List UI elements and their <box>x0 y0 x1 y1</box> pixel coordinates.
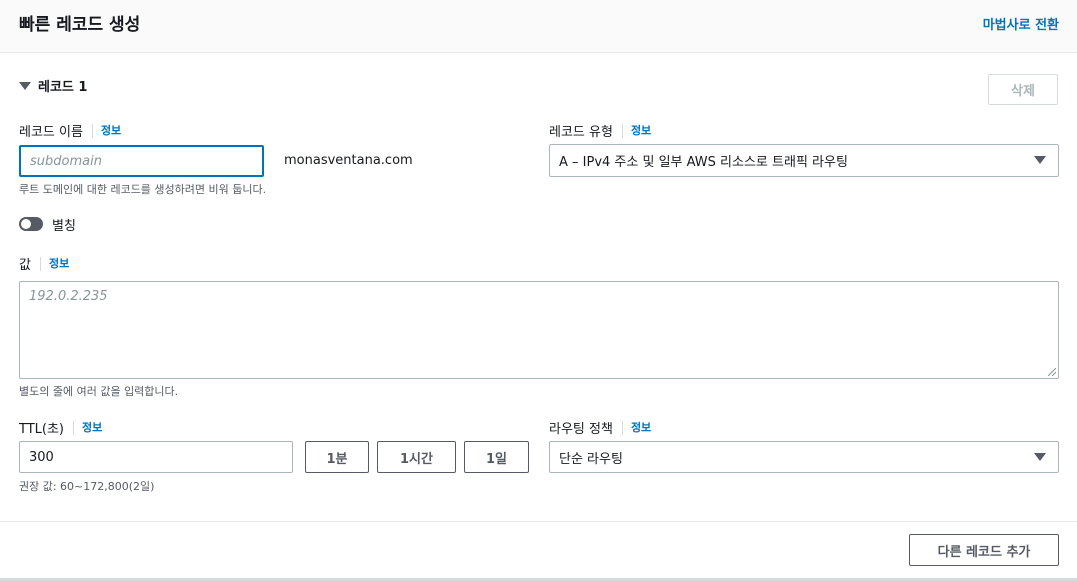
ttl-1hour-button[interactable]: 1시간 <box>377 441 456 473</box>
record-type-label-row: 레코드 유형 정보 <box>549 121 651 140</box>
record-name-info-link[interactable]: 정보 <box>91 123 121 138</box>
toggle-knob <box>21 219 31 229</box>
record-type-label: 레코드 유형 <box>549 125 613 140</box>
record-name-label: 레코드 이름 <box>19 125 83 140</box>
dropdown-caret-icon <box>1034 453 1046 461</box>
value-placeholder: 192.0.2.235 <box>29 289 108 304</box>
alias-label: 별칭 <box>52 219 76 234</box>
ttl-1day-button[interactable]: 1일 <box>464 441 529 473</box>
routing-policy-selected: 단순 라우팅 <box>559 451 623 467</box>
record-section-title: 레코드 1 <box>38 80 88 95</box>
value-label: 값 <box>19 258 31 273</box>
ttl-label-row: TTL(초) 정보 <box>19 418 102 437</box>
ttl-input[interactable]: 300 <box>19 441 293 473</box>
ttl-info-link[interactable]: 정보 <box>73 420 102 435</box>
routing-policy-select[interactable]: 단순 라우팅 <box>549 441 1059 473</box>
routing-policy-label-row: 라우팅 정책 정보 <box>549 418 651 437</box>
resize-grip-icon[interactable] <box>1048 368 1056 376</box>
domain-suffix: monasventana.com <box>284 153 413 168</box>
record-name-hint: 루트 도메인에 대한 레코드를 생성하려면 비워 둡니다. <box>19 183 267 196</box>
ttl-hint: 권장 값: 60~172,800(2일) <box>19 480 155 493</box>
record-type-selected: A – IPv4 주소 및 일부 AWS 리소스로 트래픽 라우팅 <box>559 155 848 170</box>
add-another-record-button[interactable]: 다른 레코드 추가 <box>909 534 1059 566</box>
ttl-label: TTL(초) <box>19 422 64 437</box>
value-info-link[interactable]: 정보 <box>39 256 69 271</box>
ttl-1min-button[interactable]: 1분 <box>305 441 369 473</box>
record-name-label-row: 레코드 이름 정보 <box>19 121 121 140</box>
dropdown-caret-icon <box>1034 156 1046 164</box>
caret-down-icon <box>19 81 31 90</box>
page-title: 빠른 레코드 생성 <box>19 15 141 35</box>
alias-toggle[interactable] <box>19 217 43 231</box>
value-hint: 별도의 줄에 여러 값을 입력합니다. <box>19 385 179 398</box>
record-name-placeholder: subdomain <box>30 153 102 169</box>
record-type-select[interactable]: A – IPv4 주소 및 일부 AWS 리소스로 트래픽 라우팅 <box>549 144 1059 177</box>
routing-policy-label: 라우팅 정책 <box>549 422 613 437</box>
record-type-info-link[interactable]: 정보 <box>621 123 651 138</box>
value-label-row: 값 정보 <box>19 254 69 273</box>
routing-policy-info-link[interactable]: 정보 <box>621 420 651 435</box>
ttl-value: 300 <box>29 449 54 465</box>
value-textarea[interactable]: 192.0.2.235 <box>19 281 1059 379</box>
page-header: 빠른 레코드 생성 마법사로 전환 <box>0 0 1077 53</box>
footer-divider <box>0 521 1077 522</box>
delete-record-button[interactable]: 삭제 <box>988 74 1058 105</box>
record-name-input[interactable]: subdomain <box>19 145 264 177</box>
switch-to-wizard-link[interactable]: 마법사로 전환 <box>983 14 1059 33</box>
record-section-toggle[interactable]: 레코드 1 <box>19 76 87 95</box>
